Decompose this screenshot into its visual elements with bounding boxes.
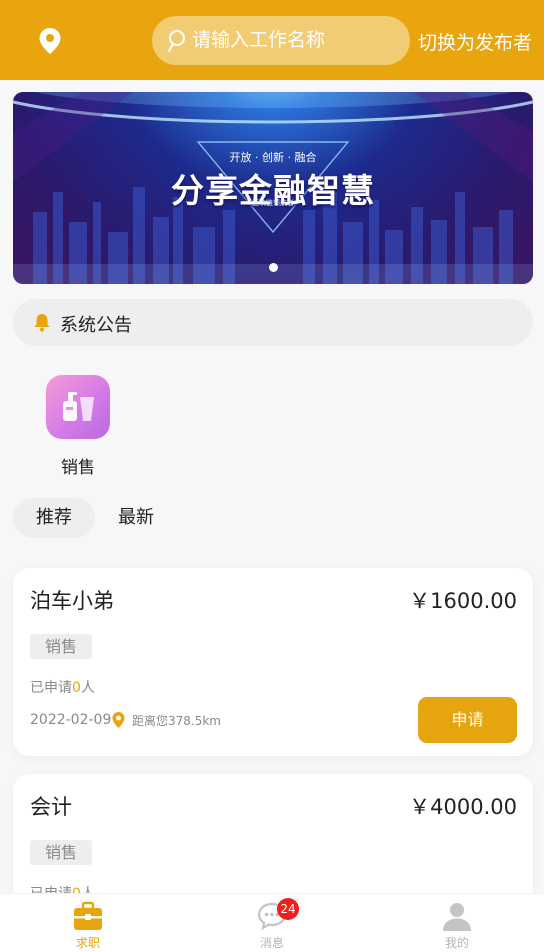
location-pin-icon — [111, 711, 126, 729]
job-salary: ￥1600.00 — [409, 589, 517, 613]
switch-to-publisher-button[interactable]: 切换为发布者 — [418, 28, 532, 55]
job-tag: 销售 — [30, 840, 93, 865]
apply-button[interactable]: 申请 — [418, 697, 517, 743]
job-tag: 销售 — [30, 634, 93, 659]
job-title: 会计 — [30, 795, 72, 819]
tabbar-item-me[interactable]: 我的 — [417, 894, 497, 952]
system-notice-bar[interactable]: 系统公告 — [13, 299, 533, 346]
search-bar[interactable] — [152, 16, 410, 65]
tabbar-label: 消息 — [259, 936, 284, 950]
carousel-indicator-dot[interactable] — [269, 263, 278, 272]
applied-suffix: 人 — [80, 680, 95, 696]
tab-latest[interactable]: 最新 — [118, 498, 154, 538]
tabbar-item-messages[interactable]: 24 消息 — [232, 894, 312, 952]
promo-banner[interactable]: 开放 · 创新 · 融合 分享金融智慧 区块链领航者 — [13, 92, 533, 284]
job-date: 2022-02-09 — [30, 712, 112, 728]
location-icon[interactable] — [36, 26, 64, 56]
applied-count-text: 已申请0人 — [30, 677, 95, 697]
tab-recommended[interactable]: 推荐 — [13, 498, 95, 538]
banner-tagline: 区块链领航者 — [252, 199, 294, 207]
unread-badge: 24 — [277, 898, 299, 920]
top-header: 切换为发布者 — [0, 0, 544, 80]
search-icon — [166, 28, 188, 54]
applied-count: 0 — [72, 680, 81, 696]
job-distance: 距离您378.5km — [132, 714, 221, 728]
notice-label: 系统公告 — [60, 315, 132, 336]
applied-prefix: 已申请 — [30, 680, 72, 696]
category-sales[interactable]: 销售 — [46, 375, 110, 478]
search-input[interactable] — [192, 22, 397, 58]
category-label: 销售 — [61, 458, 95, 478]
bottom-tab-bar: 求职 24 消息 我的 — [0, 893, 544, 952]
bell-icon — [33, 312, 51, 332]
tabbar-item-jobs[interactable]: 求职 — [48, 894, 128, 952]
job-card[interactable]: 泊车小弟 ￥1600.00 销售 已申请0人 2022-02-09 距离您378… — [13, 568, 533, 756]
job-salary: ￥4000.00 — [409, 795, 517, 819]
banner-subtitle: 开放 · 创新 · 融合 — [229, 151, 317, 164]
tabbar-label: 求职 — [75, 936, 100, 950]
briefcase-icon — [74, 901, 102, 930]
tabbar-label: 我的 — [444, 936, 469, 950]
user-icon — [443, 903, 471, 931]
job-title: 泊车小弟 — [30, 589, 114, 613]
beauty-bottles-icon — [46, 375, 110, 439]
